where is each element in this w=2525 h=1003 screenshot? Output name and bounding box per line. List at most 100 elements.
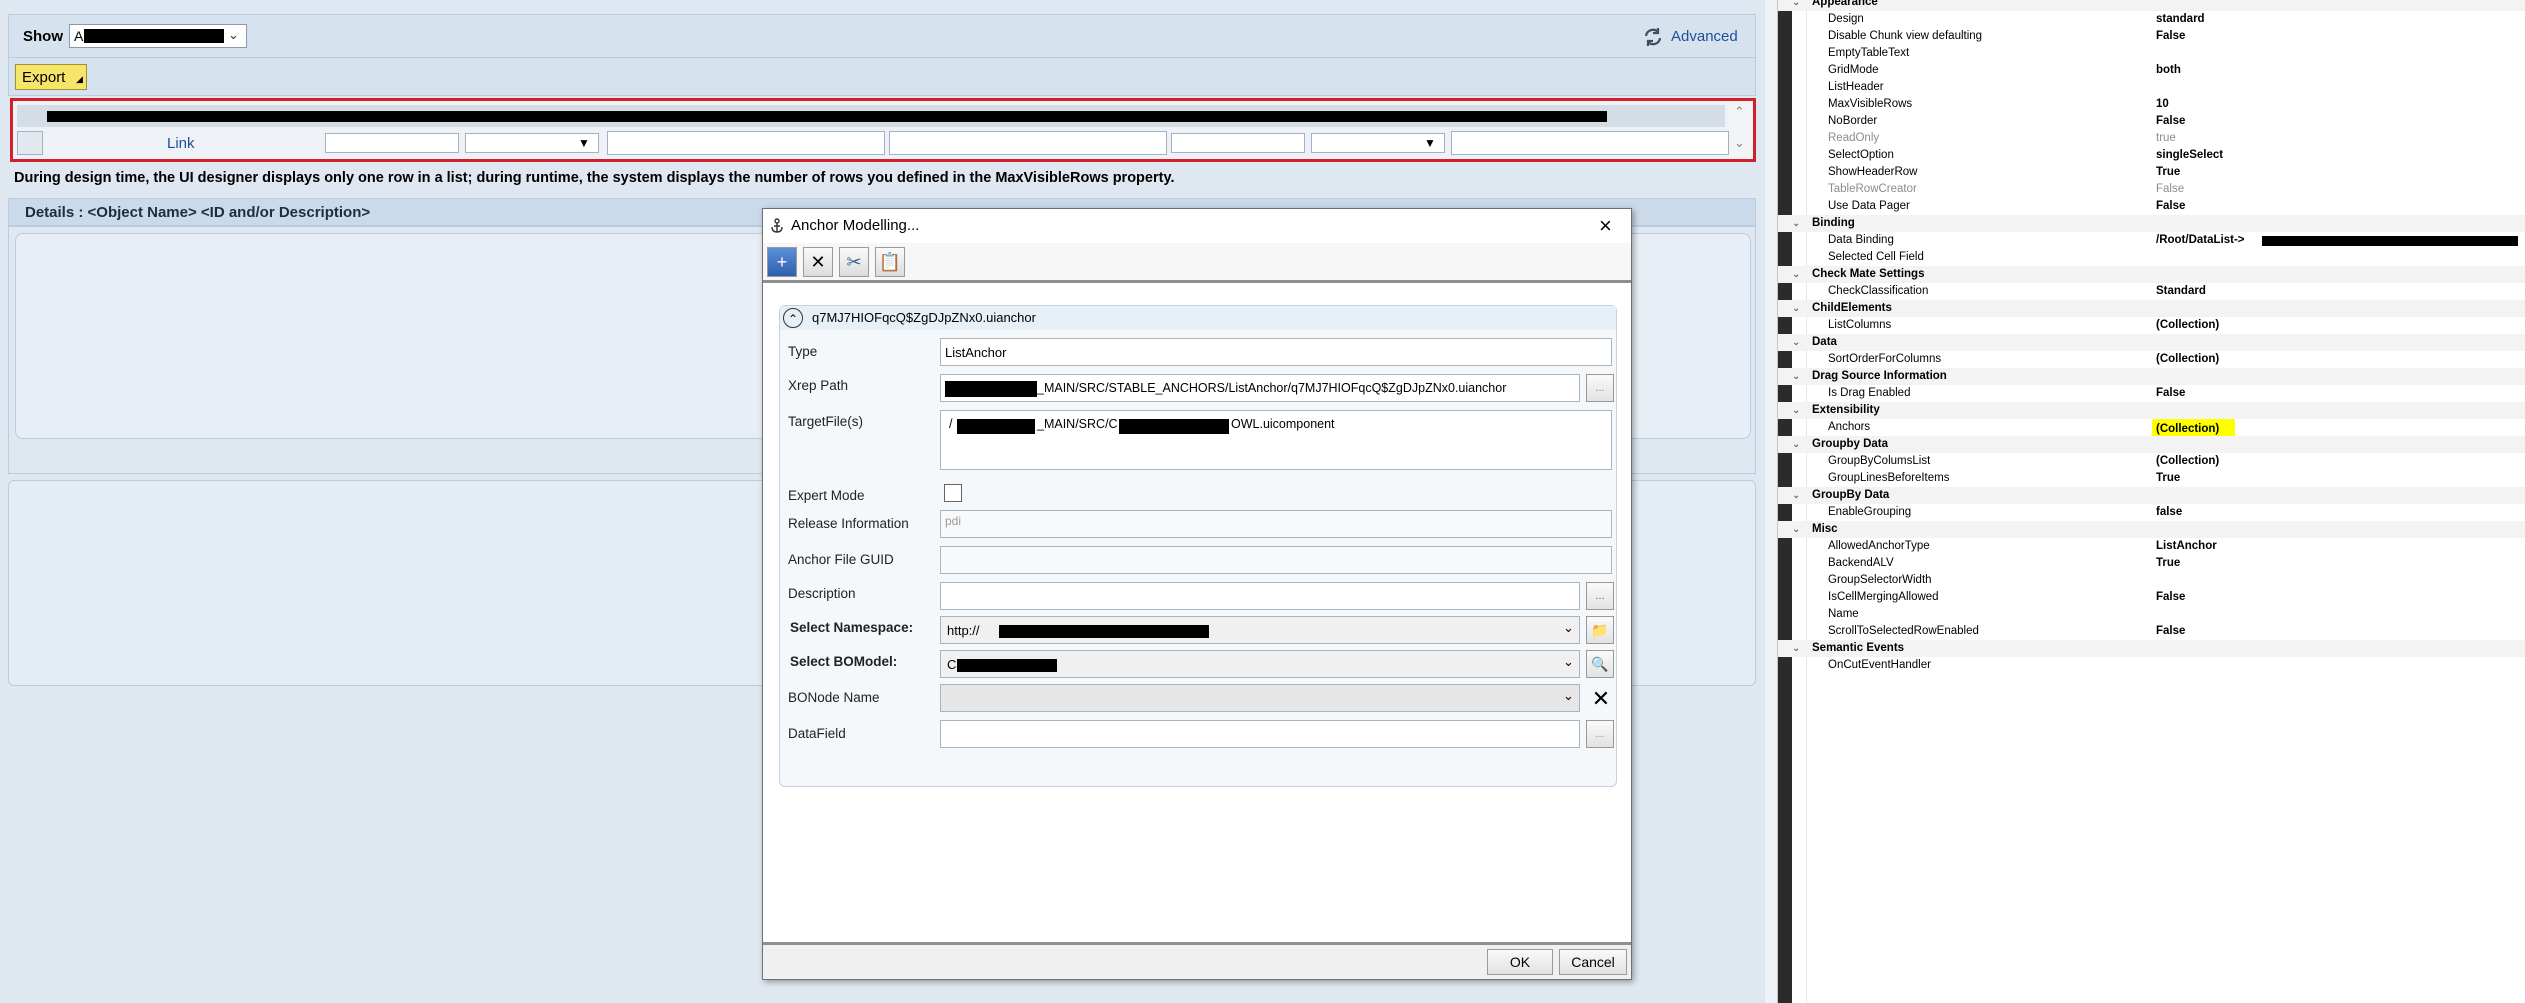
expert-mode-checkbox[interactable]	[944, 484, 962, 502]
property-value[interactable]: (Collection)	[2156, 317, 2219, 334]
property-row[interactable]: Data Binding/Root/DataList->	[1778, 232, 2525, 249]
property-value[interactable]: false	[2156, 504, 2182, 521]
property-category[interactable]: ⌄ Drag Source Information	[1778, 368, 2525, 385]
property-value[interactable]: False	[2156, 589, 2185, 606]
property-category[interactable]: ⌄ ChildElements	[1778, 300, 2525, 317]
property-row[interactable]: CheckClassification Standard	[1778, 283, 2525, 300]
row-link[interactable]: Link	[167, 135, 195, 152]
expand-icon[interactable]: ⌄	[1792, 521, 1800, 538]
property-row[interactable]: NoBorder False	[1778, 113, 2525, 130]
property-category[interactable]: ⌄ Misc	[1778, 521, 2525, 538]
datafield-field[interactable]	[940, 720, 1580, 748]
property-value[interactable]: (Collection)	[2156, 453, 2219, 470]
property-value[interactable]: ListAnchor	[2156, 538, 2217, 555]
type-field[interactable]: ListAnchor	[940, 338, 1612, 366]
cell-input[interactable]	[1171, 133, 1305, 153]
property-value[interactable]: False	[2156, 181, 2184, 198]
property-category[interactable]: ⌄ Binding	[1778, 215, 2525, 232]
bonode-clear-icon[interactable]: ✕	[1588, 686, 1614, 712]
property-row[interactable]: MaxVisibleRows 10	[1778, 96, 2525, 113]
property-category[interactable]: ⌄ Data	[1778, 334, 2525, 351]
property-value[interactable]: Standard	[2156, 283, 2206, 300]
property-value[interactable]: /Root/DataList->	[2156, 232, 2245, 249]
list-row[interactable]: Link ▼ ▼	[17, 129, 1729, 157]
export-button[interactable]: Export ◢	[15, 64, 87, 90]
property-row[interactable]: IsCellMergingAllowed False	[1778, 589, 2525, 606]
property-row[interactable]: AllowedAnchorType ListAnchor	[1778, 538, 2525, 555]
expand-icon[interactable]: ⌄	[1792, 402, 1800, 419]
property-value[interactable]: False	[2156, 385, 2185, 402]
description-field[interactable]	[940, 582, 1580, 610]
property-row[interactable]: ShowHeaderRow True	[1778, 164, 2525, 181]
row-selector[interactable]	[17, 131, 43, 155]
show-select[interactable]: A ⌄	[69, 24, 247, 48]
property-row[interactable]: GroupLinesBeforeItems True	[1778, 470, 2525, 487]
property-category[interactable]: ⌄ Check Mate Settings	[1778, 266, 2525, 283]
property-category[interactable]: ⌄ GroupBy Data	[1778, 487, 2525, 504]
cell-input[interactable]	[889, 131, 1167, 155]
add-icon[interactable]: +	[767, 247, 797, 277]
description-browse-button[interactable]: ...	[1586, 582, 1614, 610]
expand-icon[interactable]: ⌄	[1792, 300, 1800, 317]
property-row[interactable]: Is Drag Enabled False	[1778, 385, 2525, 402]
property-value[interactable]: standard	[2156, 11, 2205, 28]
property-row[interactable]: Anchors (Collection)	[1778, 419, 2525, 440]
property-row[interactable]: ListHeader	[1778, 79, 2525, 96]
property-value[interactable]: (Collection)	[2156, 351, 2219, 368]
xrep-field[interactable]: _MAIN/SRC/STABLE_ANCHORS/ListAnchor/q7MJ…	[940, 374, 1580, 402]
namespace-select[interactable]: http:// ⌄	[940, 616, 1580, 644]
cell-input[interactable]	[607, 131, 885, 155]
close-icon[interactable]: ×	[1599, 213, 1612, 239]
expand-icon[interactable]: ⌄	[1792, 215, 1800, 232]
property-value[interactable]: True	[2156, 470, 2180, 487]
list-control[interactable]: Link ▼ ▼ ⌃ ⌄	[10, 98, 1756, 162]
collapse-icon[interactable]: ⌃	[783, 308, 803, 328]
delete-icon[interactable]: ✕	[803, 247, 833, 277]
property-category[interactable]: ⌄ Appearance	[1778, 0, 2525, 11]
property-value[interactable]: both	[2156, 62, 2181, 79]
property-row[interactable]: Selected Cell Field	[1778, 249, 2525, 266]
namespace-folder-button[interactable]: 📁	[1586, 616, 1614, 644]
property-row[interactable]: EmptyTableText	[1778, 45, 2525, 62]
property-category[interactable]: ⌄ Groupby Data	[1778, 436, 2525, 453]
property-value[interactable]: True	[2156, 164, 2180, 181]
property-row[interactable]: GroupSelectorWidth	[1778, 572, 2525, 589]
property-row[interactable]: SelectOption singleSelect	[1778, 147, 2525, 164]
property-row[interactable]: Disable Chunk view defaulting False	[1778, 28, 2525, 45]
cut-icon[interactable]: ✂	[839, 247, 869, 277]
expand-icon[interactable]: ⌄	[1792, 266, 1800, 283]
xrep-browse-button[interactable]: ...	[1586, 374, 1614, 402]
advanced-link[interactable]: Advanced	[1643, 26, 1747, 48]
expand-icon[interactable]: ⌄	[1792, 334, 1800, 351]
property-row[interactable]: GroupByColumsList (Collection)	[1778, 453, 2525, 470]
property-row[interactable]: SortOrderForColumns (Collection)	[1778, 351, 2525, 368]
scroll-up-icon[interactable]: ⌃	[1734, 104, 1745, 120]
property-row[interactable]: OnCutEventHandler	[1778, 657, 2525, 674]
property-value[interactable]: singleSelect	[2156, 147, 2223, 164]
expand-icon[interactable]: ⌄	[1792, 0, 1800, 11]
property-value[interactable]: False	[2156, 198, 2185, 215]
cell-input[interactable]	[325, 133, 459, 153]
property-row[interactable]: ListColumns (Collection)	[1778, 317, 2525, 334]
property-category[interactable]: ⌄ Extensibility	[1778, 402, 2525, 419]
property-row[interactable]: BackendALV True	[1778, 555, 2525, 572]
expand-icon[interactable]: ⌄	[1792, 487, 1800, 504]
scroll-down-icon[interactable]: ⌄	[1734, 135, 1745, 151]
paste-icon[interactable]: 📋	[875, 247, 905, 277]
property-row[interactable]: ScrollToSelectedRowEnabled False	[1778, 623, 2525, 640]
bomodel-search-button[interactable]: 🔍	[1586, 650, 1614, 678]
property-value[interactable]: true	[2156, 130, 2176, 147]
list-scrollbar[interactable]: ⌃ ⌄	[1729, 103, 1751, 157]
property-row[interactable]: EnableGrouping false	[1778, 504, 2525, 521]
property-row[interactable]: TableRowCreator False	[1778, 181, 2525, 198]
cancel-button[interactable]: Cancel	[1559, 949, 1627, 975]
datafield-browse-button[interactable]: ...	[1586, 720, 1614, 748]
ok-button[interactable]: OK	[1487, 949, 1553, 975]
property-row[interactable]: Use Data Pager False	[1778, 198, 2525, 215]
cell-select[interactable]: ▼	[1311, 133, 1445, 153]
property-row[interactable]: Design standard	[1778, 11, 2525, 28]
expand-icon[interactable]: ⌄	[1792, 640, 1800, 657]
target-field[interactable]: / _MAIN/SRC/C OWL.uicomponent	[940, 410, 1612, 470]
bomodel-select[interactable]: C ⌄	[940, 650, 1580, 678]
property-value[interactable]: 10	[2156, 96, 2169, 113]
